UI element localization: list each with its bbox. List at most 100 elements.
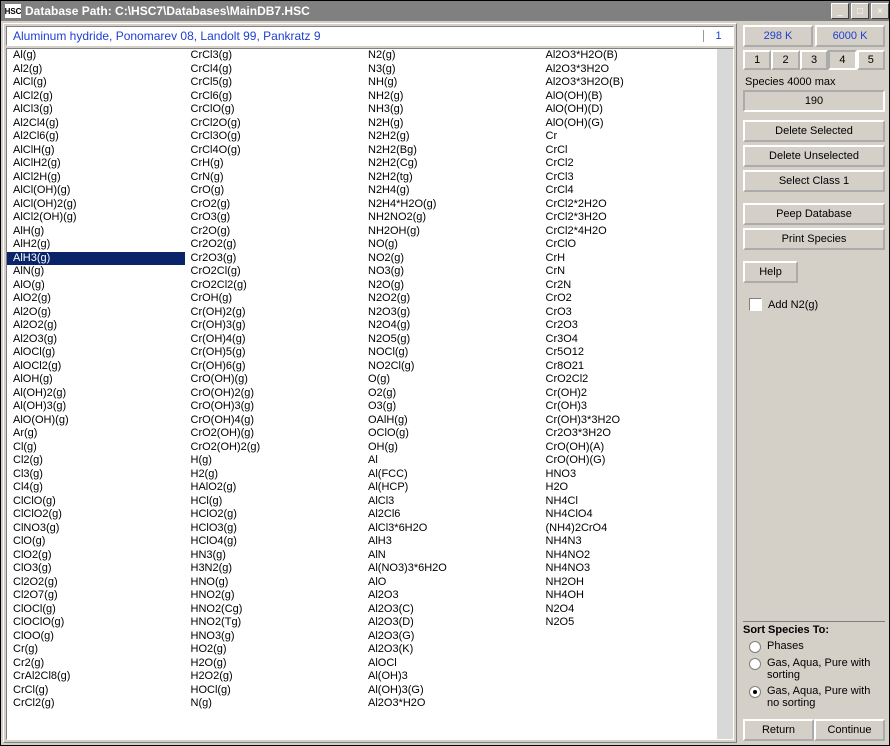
list-item[interactable]: CrCl4(g) <box>185 63 363 77</box>
list-item[interactable]: ClO(g) <box>7 535 185 549</box>
list-item[interactable]: N2H2(tg) <box>362 171 540 185</box>
minimize-button[interactable]: _ <box>831 3 849 19</box>
list-item[interactable]: AlOCl <box>362 657 540 671</box>
list-item[interactable]: N2O(g) <box>362 279 540 293</box>
list-item[interactable]: Al2O3 <box>362 589 540 603</box>
list-item[interactable]: AlCl3*6H2O <box>362 522 540 536</box>
continue-button[interactable]: Continue <box>814 719 885 741</box>
list-item[interactable]: HAlO2(g) <box>185 481 363 495</box>
list-item[interactable]: OH(g) <box>362 441 540 455</box>
sort-option-1[interactable]: Gas, Aqua, Pure with sorting <box>749 657 885 681</box>
list-item[interactable]: Cr(OH)5(g) <box>185 346 363 360</box>
list-item[interactable]: N2H2(g) <box>362 130 540 144</box>
close-button[interactable]: × <box>871 3 889 19</box>
list-item[interactable]: CrCl2*2H2O <box>540 198 718 212</box>
list-item[interactable]: Cr(OH)2 <box>540 387 718 401</box>
list-item[interactable]: N2H4(g) <box>362 184 540 198</box>
list-item[interactable]: H2O2(g) <box>185 670 363 684</box>
delete-selected-button[interactable]: Delete Selected <box>743 120 885 142</box>
delete-unselected-button[interactable]: Delete Unselected <box>743 145 885 167</box>
tab-2[interactable]: 2 <box>771 50 799 70</box>
list-item[interactable]: Cl2(g) <box>7 454 185 468</box>
list-item[interactable]: Cr2N <box>540 279 718 293</box>
list-item[interactable]: Cr2O3*3H2O <box>540 427 718 441</box>
list-item[interactable]: NH2OH(g) <box>362 225 540 239</box>
list-item[interactable]: Cr(OH)3 <box>540 400 718 414</box>
list-item[interactable]: NH4Cl <box>540 495 718 509</box>
list-item[interactable]: AlO(g) <box>7 279 185 293</box>
list-item[interactable]: N2H(g) <box>362 117 540 131</box>
list-item[interactable]: AlCl2H(g) <box>7 171 185 185</box>
list-item[interactable]: Al2O3*H2O(B) <box>540 49 718 63</box>
list-item[interactable]: ClO2(g) <box>7 549 185 563</box>
list-item[interactable]: H2O(g) <box>185 657 363 671</box>
list-item[interactable]: AlN(g) <box>7 265 185 279</box>
list-item[interactable]: Cr(OH)4(g) <box>185 333 363 347</box>
list-item[interactable]: Al2O3(K) <box>362 643 540 657</box>
list-item[interactable]: AlCl(OH)(g) <box>7 184 185 198</box>
list-item[interactable]: CrCl(g) <box>7 684 185 698</box>
list-item[interactable]: CrO(OH)(G) <box>540 454 718 468</box>
list-item[interactable]: AlO(OH)(D) <box>540 103 718 117</box>
list-item[interactable]: CrO(OH)4(g) <box>185 414 363 428</box>
list-item[interactable]: CrN(g) <box>185 171 363 185</box>
list-item[interactable]: AlH3(g) <box>7 252 185 266</box>
list-item[interactable]: O2(g) <box>362 387 540 401</box>
tab-4[interactable]: 4 <box>828 50 856 70</box>
list-item[interactable]: N2H2(Bg) <box>362 144 540 158</box>
list-item[interactable]: Al2Cl6 <box>362 508 540 522</box>
list-item[interactable]: Al(OH)2(g) <box>7 387 185 401</box>
list-item[interactable]: HClO3(g) <box>185 522 363 536</box>
list-item[interactable]: Cr <box>540 130 718 144</box>
list-item[interactable]: Al2Cl4(g) <box>7 117 185 131</box>
list-item[interactable]: Al2O2(g) <box>7 319 185 333</box>
list-item[interactable]: Al(g) <box>7 49 185 63</box>
list-item[interactable]: CrClO <box>540 238 718 252</box>
list-item[interactable]: Cr(g) <box>7 643 185 657</box>
radio-icon[interactable] <box>749 658 761 670</box>
list-item[interactable]: ClOO(g) <box>7 630 185 644</box>
list-item[interactable]: AlCl2(g) <box>7 90 185 104</box>
list-item[interactable]: N2O5(g) <box>362 333 540 347</box>
list-item[interactable]: Cl4(g) <box>7 481 185 495</box>
list-item[interactable]: AlCl2(OH)(g) <box>7 211 185 225</box>
list-item[interactable]: Al(FCC) <box>362 468 540 482</box>
list-item[interactable]: OAlH(g) <box>362 414 540 428</box>
list-item[interactable]: CrO2Cl2 <box>540 373 718 387</box>
list-item[interactable]: ClOCl(g) <box>7 603 185 617</box>
list-item[interactable]: HN3(g) <box>185 549 363 563</box>
list-item[interactable]: N2(g) <box>362 49 540 63</box>
list-item[interactable]: CrCl2 <box>540 157 718 171</box>
list-item[interactable]: HClO4(g) <box>185 535 363 549</box>
list-item[interactable]: Al(HCP) <box>362 481 540 495</box>
list-item[interactable]: N2O4(g) <box>362 319 540 333</box>
list-item[interactable]: Cr(OH)3(g) <box>185 319 363 333</box>
list-item[interactable]: AlO(OH)(G) <box>540 117 718 131</box>
list-item[interactable]: AlO(OH)(B) <box>540 90 718 104</box>
print-species-button[interactable]: Print Species <box>743 228 885 250</box>
list-item[interactable]: Cr2O2(g) <box>185 238 363 252</box>
list-item[interactable]: AlH(g) <box>7 225 185 239</box>
list-item[interactable]: N2H2(Cg) <box>362 157 540 171</box>
list-item[interactable]: AlClH(g) <box>7 144 185 158</box>
list-item[interactable]: N2H4*H2O(g) <box>362 198 540 212</box>
list-item[interactable]: NO3(g) <box>362 265 540 279</box>
temp-low-button[interactable]: 298 K <box>743 25 813 47</box>
list-item[interactable]: HO2(g) <box>185 643 363 657</box>
list-item[interactable]: Al <box>362 454 540 468</box>
sort-option-2[interactable]: Gas, Aqua, Pure with no sorting <box>749 685 885 709</box>
list-item[interactable]: Al2O3(G) <box>362 630 540 644</box>
list-item[interactable]: N2O4 <box>540 603 718 617</box>
list-item[interactable]: CrCl2(g) <box>7 697 185 711</box>
list-item[interactable]: NH2OH <box>540 576 718 590</box>
list-item[interactable]: AlO2(g) <box>7 292 185 306</box>
list-item[interactable]: HNO3(g) <box>185 630 363 644</box>
list-item[interactable]: NOCl(g) <box>362 346 540 360</box>
list-item[interactable]: Cr2O(g) <box>185 225 363 239</box>
list-item[interactable]: Cl2O2(g) <box>7 576 185 590</box>
maximize-button[interactable]: □ <box>851 3 869 19</box>
list-item[interactable]: AlClH2(g) <box>7 157 185 171</box>
list-item[interactable]: HCl(g) <box>185 495 363 509</box>
list-item[interactable]: CrCl4 <box>540 184 718 198</box>
list-item[interactable]: CrO(OH)3(g) <box>185 400 363 414</box>
